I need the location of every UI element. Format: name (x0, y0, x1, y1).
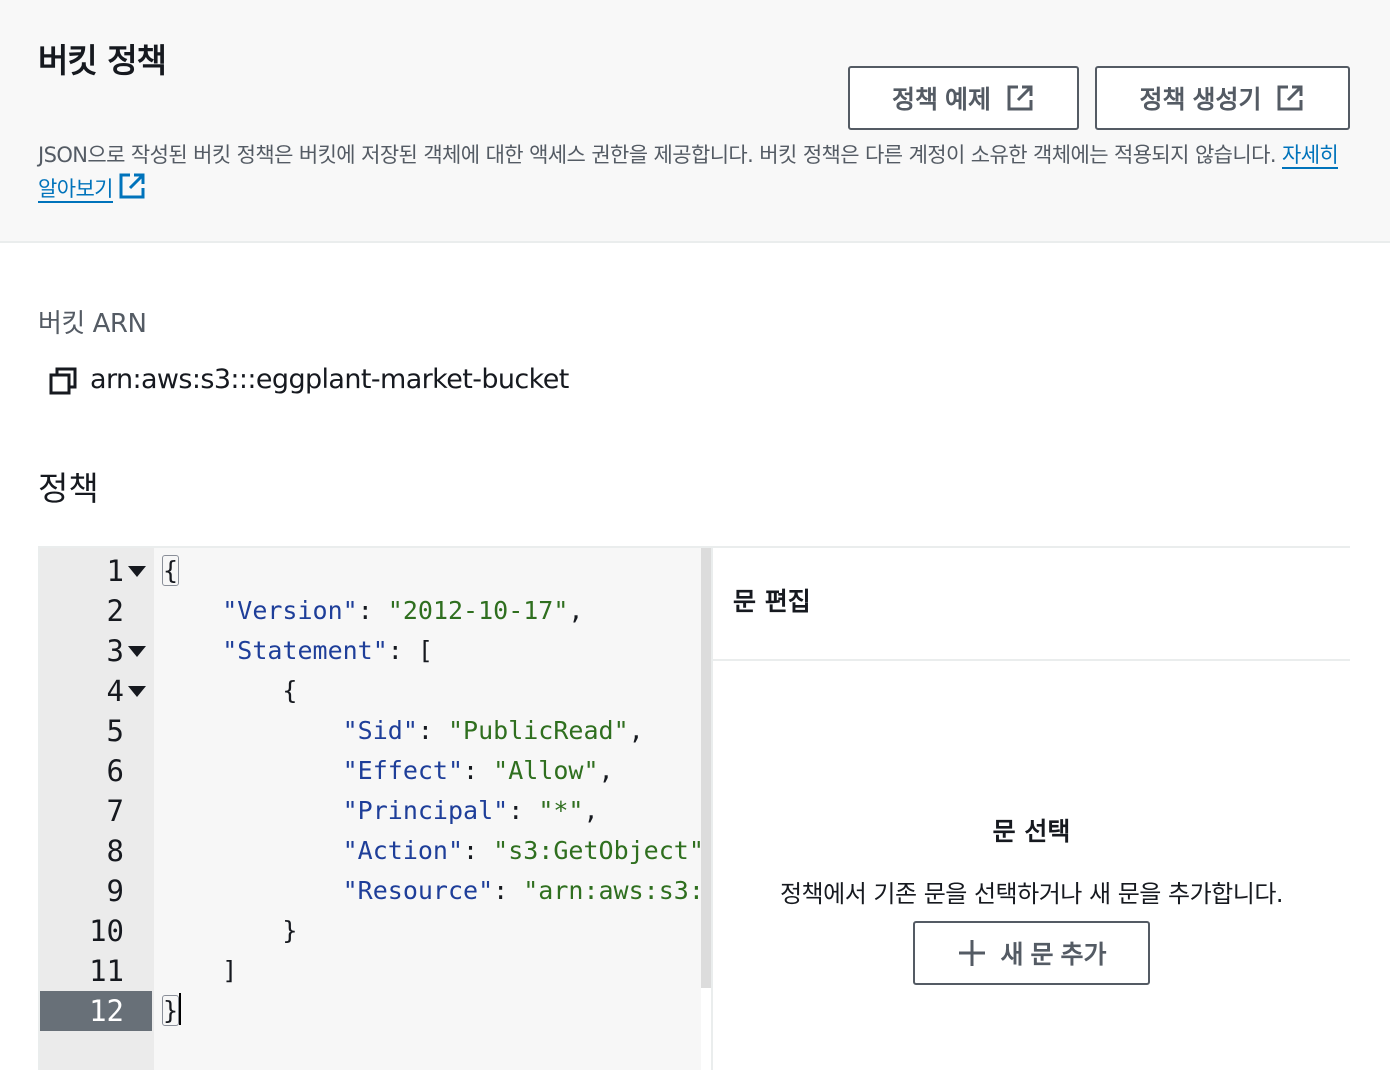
bucket-arn-value: arn:aws:s3:::eggplant-market-bucket (90, 364, 569, 395)
policy-examples-label: 정책 예제 (892, 86, 991, 114)
code-line: { (162, 671, 297, 711)
line-number-gutter: 1 2 3 4 5 6 7 8 9 10 11 12 (40, 548, 154, 1070)
fold-arrow-icon[interactable] (128, 686, 146, 697)
json-key: "Principal" (342, 796, 509, 825)
json-string: "arn:aws:s3::: (523, 876, 701, 905)
json-key: "Effect" (342, 756, 464, 785)
add-statement-button[interactable]: 새 문 추가 (913, 921, 1150, 985)
json-key: "Resource" (342, 876, 494, 905)
json-punct: { (282, 676, 298, 705)
json-string: "PublicRead" (448, 716, 629, 745)
line-number: 1 (106, 554, 124, 588)
code-line: "Action": "s3:GetObject", (162, 831, 701, 871)
plus-icon (958, 940, 985, 966)
json-key: "Statement" (222, 636, 388, 665)
active-line-number: 12 (40, 991, 152, 1031)
matched-bracket: { (162, 555, 180, 586)
policy-generator-button[interactable]: 정책 생성기 (1095, 66, 1350, 130)
line-number: 10 (89, 914, 124, 948)
policy-generator-label: 정책 생성기 (1139, 86, 1262, 114)
description-text: JSON으로 작성된 버킷 정책은 버킷에 저장된 객체에 대한 액세스 권한을… (38, 143, 1277, 167)
divider (713, 659, 1350, 661)
fold-arrow-icon[interactable] (128, 566, 146, 577)
line-number: 4 (106, 674, 124, 708)
code-editor[interactable]: { "Version": "2012-10-17", "Statement": … (154, 548, 701, 1070)
statement-panel-title: 문 편집 (733, 587, 811, 616)
empty-state-title: 문 선택 (992, 817, 1071, 846)
editor-scrollbar[interactable] (701, 548, 711, 988)
json-punct: : [ (387, 636, 433, 665)
code-line: ] (162, 951, 237, 991)
json-punct: ] (222, 956, 238, 985)
json-punct: } (282, 916, 298, 945)
code-line: } (162, 991, 182, 1031)
code-line: "Sid": "PublicRead", (342, 716, 644, 745)
add-statement-label: 새 문 추가 (1000, 941, 1107, 969)
line-number: 6 (106, 754, 124, 788)
statement-panel: 문 편집 문 선택 정책에서 기존 문을 선택하거나 새 문을 추가합니다. 새… (713, 548, 1350, 1070)
code-line: "Principal": "*", (342, 796, 599, 825)
line-number: 9 (106, 874, 124, 908)
json-key: "Sid" (342, 716, 418, 745)
code-line: "Effect": "Allow", (342, 756, 614, 785)
code-line: { (162, 551, 180, 591)
line-number: 5 (106, 714, 124, 748)
external-link-icon (1277, 85, 1303, 111)
code-line: "Resource": "arn:aws:s3::: (162, 871, 701, 911)
code-line: "Statement": [ (162, 631, 433, 671)
line-number: 2 (106, 594, 124, 628)
code-line: "Version": "2012-10-17", (222, 596, 584, 625)
code-line: } (162, 911, 297, 951)
line-number: 8 (106, 834, 124, 868)
policy-label: 정책 (38, 469, 99, 508)
json-key: "Action" (342, 836, 464, 865)
line-number: 3 (106, 634, 124, 668)
bucket-arn-label: 버킷 ARN (38, 309, 147, 339)
copy-icon[interactable] (48, 366, 78, 396)
json-string: "*" (538, 796, 584, 825)
page-description: JSON으로 작성된 버킷 정책은 버킷에 저장된 객체에 대한 액세스 권한을… (38, 139, 1358, 205)
json-string: "Allow" (493, 756, 599, 785)
text-cursor (179, 993, 182, 1025)
matched-bracket: } (162, 995, 180, 1026)
json-string: "2012-10-17" (387, 596, 569, 625)
policy-examples-button[interactable]: 정책 예제 (848, 66, 1079, 130)
empty-state-description: 정책에서 기존 문을 선택하거나 새 문을 추가합니다. (779, 880, 1284, 908)
line-number: 11 (89, 954, 124, 988)
line-number: 7 (106, 794, 124, 828)
external-link-icon (1007, 85, 1033, 111)
header-section: 버킷 정책 정책 예제 정책 생성기 JSON으로 작성된 버킷 정책은 버킷에… (0, 0, 1390, 243)
json-key: "Version" (222, 596, 358, 625)
page-title: 버킷 정책 (38, 41, 167, 80)
external-link-icon (119, 173, 145, 199)
json-string: "s3:GetObject" (493, 836, 701, 865)
policy-editor: 1 2 3 4 5 6 7 8 9 10 11 12 { "Version": … (38, 546, 1350, 1070)
fold-arrow-icon[interactable] (128, 646, 146, 657)
